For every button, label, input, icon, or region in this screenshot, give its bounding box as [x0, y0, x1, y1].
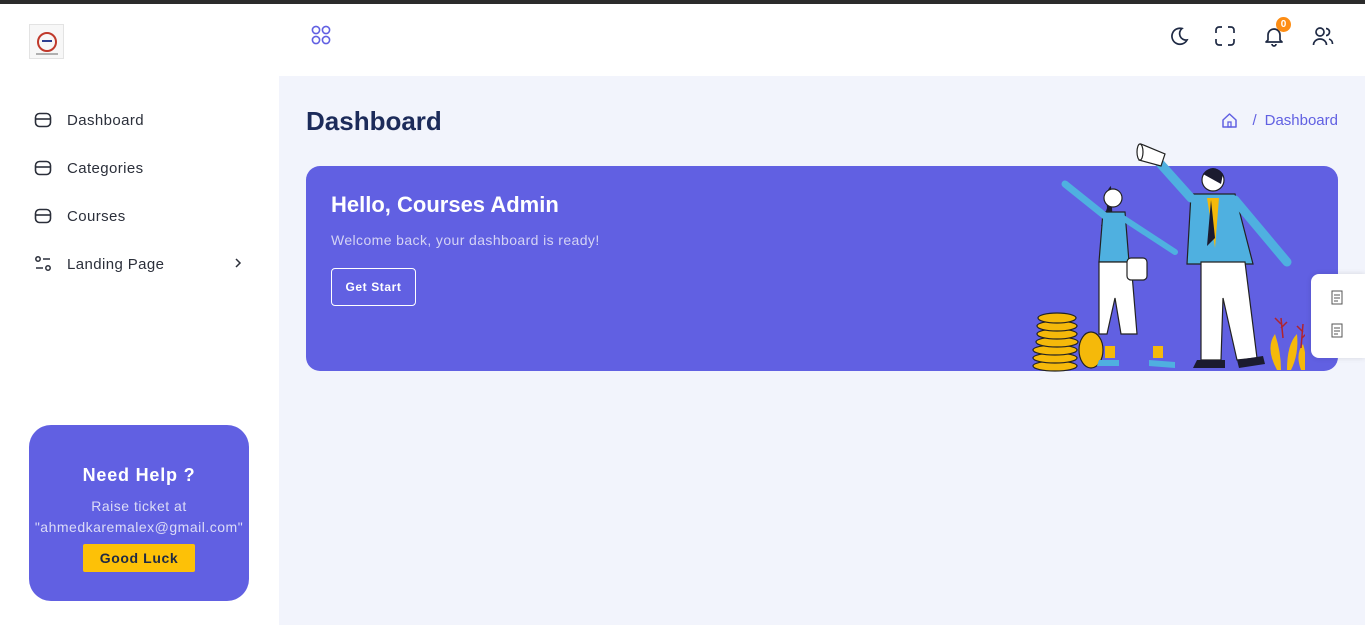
- sidebar-item-landing-page[interactable]: Landing Page: [34, 240, 249, 288]
- chevron-right-icon[interactable]: [231, 256, 245, 270]
- get-start-button[interactable]: Get Start: [331, 268, 416, 306]
- plants-illustration: [1270, 317, 1305, 370]
- floating-settings-panel: [1311, 274, 1365, 358]
- brand-logo[interactable]: [29, 24, 64, 59]
- breadcrumb-separator: /: [1252, 112, 1257, 129]
- sidebar-item-label: Courses: [67, 207, 126, 225]
- document-icon[interactable]: [1331, 323, 1343, 338]
- sliders-icon: [34, 255, 52, 273]
- folder-icon: [34, 207, 52, 225]
- help-text: Raise ticket at: [91, 498, 187, 514]
- breadcrumb-current: Dashboard: [1264, 112, 1338, 129]
- sidebar-item-categories[interactable]: Categories: [34, 144, 249, 192]
- sidebar-item-courses[interactable]: Courses: [34, 192, 249, 240]
- banner-illustration: [1032, 143, 1305, 372]
- page-title: Dashboard: [306, 106, 442, 136]
- sidebar-item-label: Categories: [67, 159, 144, 177]
- help-card: Need Help ? Raise ticket at "ahmedkarema…: [29, 425, 249, 601]
- breadcrumb: / Dashboard: [1221, 112, 1338, 129]
- banner-subtitle: Welcome back, your dashboard is ready!: [331, 232, 600, 248]
- sidebar-nav: Dashboard Categories Courses Landing Pag…: [34, 96, 249, 288]
- folder-icon: [34, 111, 52, 129]
- folder-icon: [34, 159, 52, 177]
- coins-illustration: [1032, 312, 1104, 372]
- logo-mark: [36, 31, 57, 52]
- top-header: [279, 4, 1365, 76]
- sidebar-item-dashboard[interactable]: Dashboard: [34, 96, 249, 144]
- good-luck-button[interactable]: Good Luck: [83, 544, 195, 572]
- sidebar-item-label: Landing Page: [67, 255, 165, 273]
- moon-icon[interactable]: [1168, 25, 1190, 47]
- logo-tagline: [36, 53, 58, 55]
- apps-grid-icon[interactable]: [311, 25, 331, 45]
- users-icon[interactable]: [1312, 25, 1334, 47]
- man-illustration: [1136, 143, 1292, 368]
- banner-title: Hello, Courses Admin: [331, 192, 559, 217]
- notification-badge: 0: [1276, 17, 1291, 32]
- document-icon[interactable]: [1331, 290, 1343, 305]
- help-email: "ahmedkaremalex@gmail.com": [34, 519, 244, 535]
- help-title: Need Help ?: [82, 465, 196, 485]
- fullscreen-icon[interactable]: [1214, 25, 1236, 47]
- sidebar-item-label: Dashboard: [67, 111, 144, 129]
- sidebar: Dashboard Categories Courses Landing Pag…: [0, 4, 279, 625]
- home-icon[interactable]: [1221, 112, 1238, 129]
